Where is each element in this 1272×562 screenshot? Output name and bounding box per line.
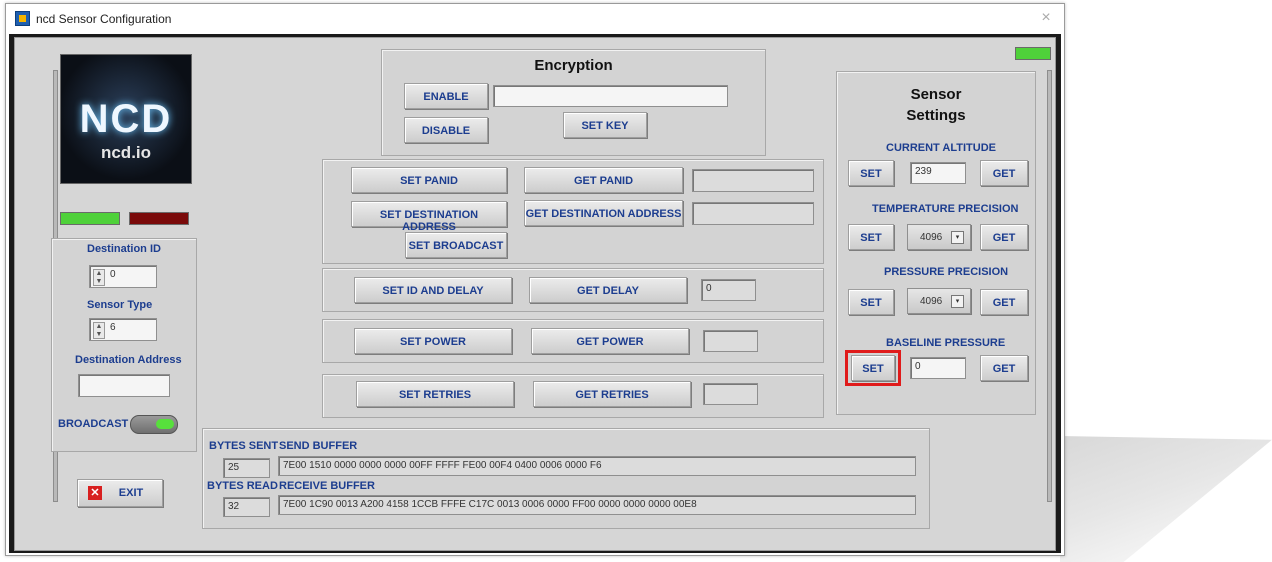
temperature-get-button[interactable]: GET — [980, 224, 1028, 250]
client-area: NCD ncd.io Destination ID ▲ ▼ 0 Sensor Ty… — [9, 34, 1061, 553]
panid-field[interactable] — [692, 169, 814, 192]
get-panid-button[interactable]: GET PANID — [524, 167, 683, 193]
retries-field[interactable] — [703, 383, 758, 405]
close-button[interactable]: × — [1036, 7, 1056, 29]
altitude-get-button[interactable]: GET — [980, 160, 1028, 186]
window-title: ncd Sensor Configuration — [36, 12, 172, 26]
power-group: SET POWER GET POWER — [322, 319, 824, 363]
send-buffer-field: 7E00 1510 0000 0000 0000 00FF FFFF FE00 … — [278, 456, 916, 476]
pressure-precision-label: PRESSURE PRECISION — [884, 266, 1009, 278]
send-buffer-label: SEND BUFFER — [279, 440, 358, 452]
exit-button[interactable]: ✕ EXIT — [77, 479, 163, 507]
pressure-get-button[interactable]: GET — [980, 289, 1028, 315]
destination-address-readout[interactable] — [692, 202, 814, 225]
pressure-precision-value: 4096 — [920, 296, 943, 307]
sensor-type-stepper[interactable]: ▲ ▼ — [93, 322, 105, 339]
exit-label: EXIT — [118, 487, 144, 499]
baseline-get-button[interactable]: GET — [980, 355, 1028, 381]
sensor-type-label: Sensor Type — [87, 299, 153, 311]
destination-group: Destination ID ▲ ▼ 0 Sensor Type ▲ ▼ 6 Des… — [51, 238, 197, 452]
baseline-pressure-field[interactable]: 0 — [910, 357, 966, 379]
set-retries-button[interactable]: SET RETRIES — [356, 381, 514, 407]
ncd-logo: NCD ncd.io — [60, 54, 192, 184]
delay-group: SET ID AND DELAY GET DELAY 0 — [322, 268, 824, 312]
retries-group: SET RETRIES GET RETRIES — [322, 374, 824, 418]
bytes-sent-value: 25 — [223, 458, 270, 478]
current-altitude-label: CURRENT ALTITUDE — [886, 142, 996, 154]
sensor-title-line2: Settings — [906, 107, 966, 124]
delay-field[interactable]: 0 — [701, 279, 756, 301]
temperature-set-button[interactable]: SET — [848, 224, 894, 250]
set-panid-button[interactable]: SET PANID — [351, 167, 507, 193]
front-panel: NCD ncd.io Destination ID ▲ ▼ 0 Sensor Ty… — [14, 37, 1056, 551]
network-group: SET PANID GET PANID SET DESTINATION ADDR… — [322, 159, 824, 264]
set-power-button[interactable]: SET POWER — [354, 328, 512, 354]
bytes-read-label: BYTES READ — [207, 480, 278, 492]
sensor-title-line1: Sensor — [910, 86, 962, 103]
enable-button[interactable]: ENABLE — [404, 83, 488, 109]
app-icon — [15, 11, 30, 26]
dropdown-arrow-icon: ▾ — [951, 295, 964, 308]
set-id-and-delay-button[interactable]: SET ID AND DELAY — [354, 277, 512, 303]
disable-button[interactable]: DISABLE — [404, 117, 488, 143]
get-power-button[interactable]: GET POWER — [531, 328, 689, 354]
receive-buffer-field: 7E00 1C90 0013 A200 4158 1CCB FFFE C17C … — [278, 495, 916, 515]
right-scroll-track — [1047, 70, 1052, 502]
logo-sub: ncd.io — [100, 143, 152, 162]
get-destination-address-button[interactable]: GET DESTINATION ADDRESS — [524, 200, 683, 226]
dropdown-arrow-icon: ▾ — [951, 231, 964, 244]
encryption-group: Encryption ENABLE DISABLE SET KEY — [381, 49, 766, 156]
pressure-set-button[interactable]: SET — [848, 289, 894, 315]
app-window: ncd Sensor Configuration × NCD ncd.io De… — [5, 3, 1065, 556]
exit-icon: ✕ — [88, 486, 102, 500]
destination-id-value: 0 — [110, 269, 116, 280]
get-delay-button[interactable]: GET DELAY — [529, 277, 687, 303]
connection-led-green — [60, 212, 120, 225]
pressure-precision-select[interactable]: 4096 ▾ — [907, 288, 971, 314]
bytes-read-value: 32 — [223, 497, 270, 517]
altitude-set-button[interactable]: SET — [848, 160, 894, 186]
set-broadcast-button[interactable]: SET BROADCAST — [405, 232, 507, 258]
title-bar: ncd Sensor Configuration × — [6, 4, 1064, 34]
temperature-precision-select[interactable]: 4096 ▾ — [907, 224, 971, 250]
buffers-group: BYTES SENT SEND BUFFER 25 7E00 1510 0000… — [202, 428, 930, 529]
destination-id-field[interactable]: ▲ ▼ 0 — [89, 265, 157, 288]
destination-id-stepper[interactable]: ▲ ▼ — [93, 269, 105, 286]
temperature-precision-label: TEMPERATURE PRECISION — [872, 203, 1019, 215]
set-key-button[interactable]: SET KEY — [563, 112, 647, 138]
get-retries-button[interactable]: GET RETRIES — [533, 381, 691, 407]
destination-address-label: Destination Address — [75, 354, 182, 366]
sensor-settings-group: Sensor Settings CURRENT ALTITUDE SET 239… — [836, 71, 1036, 415]
sensor-type-field[interactable]: ▲ ▼ 6 — [89, 318, 157, 341]
encryption-title: Encryption — [534, 57, 613, 74]
broadcast-toggle[interactable] — [130, 415, 178, 434]
status-led-top — [1015, 47, 1051, 60]
receive-buffer-label: RECEIVE BUFFER — [279, 480, 375, 492]
logo-letters: NCD — [79, 97, 173, 141]
connection-led-red — [129, 212, 189, 225]
baseline-pressure-label: BASELINE PRESSURE — [886, 337, 1006, 349]
baseline-set-button[interactable]: SET — [851, 355, 895, 381]
destination-address-field[interactable] — [78, 374, 170, 397]
broadcast-toggle-indicator — [156, 419, 174, 429]
broadcast-label: BROADCAST — [58, 418, 129, 430]
encryption-key-field[interactable] — [493, 85, 728, 107]
altitude-field[interactable]: 239 — [910, 162, 966, 184]
destination-id-label: Destination ID — [87, 243, 161, 255]
set-destination-address-button[interactable]: SET DESTINATION ADDRESS — [351, 201, 507, 233]
temperature-precision-value: 4096 — [920, 232, 943, 243]
bytes-sent-label: BYTES SENT — [209, 440, 279, 452]
power-field[interactable] — [703, 330, 758, 352]
window-drop-shadow — [1060, 436, 1272, 562]
sensor-settings-title: Sensor Settings — [837, 84, 1035, 126]
sensor-type-value: 6 — [110, 322, 116, 333]
